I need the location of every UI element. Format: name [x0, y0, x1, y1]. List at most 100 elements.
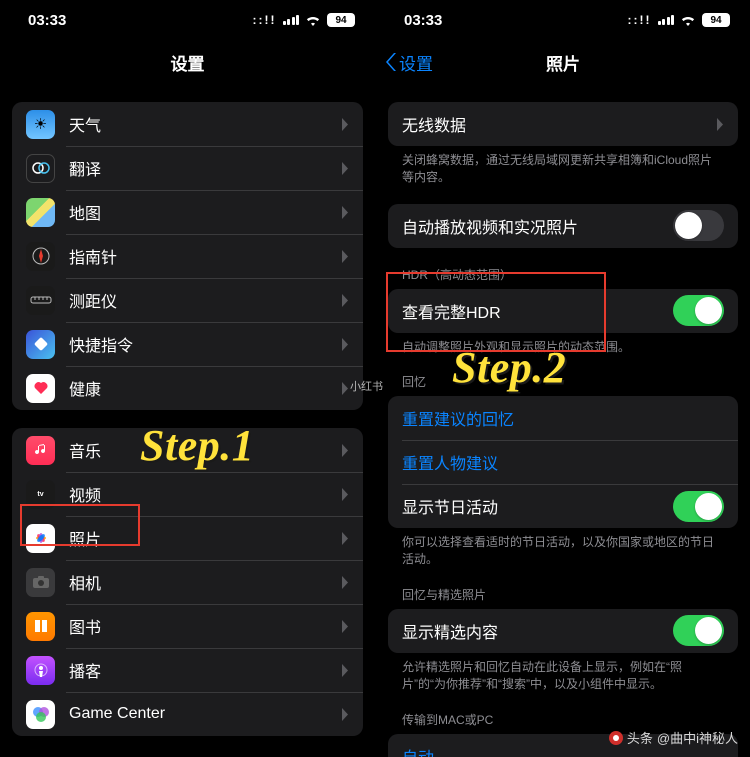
toggle-featured[interactable]: [673, 615, 724, 646]
health-icon: [26, 374, 55, 403]
measure-icon: [26, 286, 55, 315]
row-label: 重置建议的回忆: [402, 406, 514, 430]
row-wireless-data[interactable]: 无线数据: [388, 102, 738, 146]
chevron-right-icon: [341, 338, 349, 351]
footer-hdr: 自动调整照片外观和显示照片的动态范围。: [376, 333, 750, 356]
tv-icon: tv: [26, 480, 55, 509]
settings-group-1: ☀ 天气 翻译 地图 指南针 测距仪 快捷指令 健康: [12, 102, 363, 410]
row-label: 播客: [69, 658, 341, 682]
row-label: 自动: [402, 744, 724, 757]
header-memories: 回忆: [376, 355, 750, 396]
chevron-right-icon: [341, 444, 349, 457]
left-screenshot: 03:33 ::!! 94 设置 ☀ 天气 翻译 地图 指南针 测距仪 快捷指令 …: [0, 0, 375, 757]
row-maps[interactable]: 地图: [12, 190, 363, 234]
group-hdr: 查看完整HDR: [388, 289, 738, 333]
status-indicators: ::!! 94: [253, 13, 355, 27]
dual-signal-icon: ::!!: [628, 13, 652, 27]
weather-icon: ☀: [26, 110, 55, 139]
chevron-right-icon: [341, 206, 349, 219]
battery-icon: 94: [702, 13, 730, 27]
row-label: 快捷指令: [69, 332, 341, 356]
chevron-right-icon: [716, 118, 724, 131]
header-featured: 回忆与精选照片: [376, 568, 750, 609]
row-label: 无线数据: [402, 112, 716, 136]
row-compass[interactable]: 指南针: [12, 234, 363, 278]
row-podcast[interactable]: 播客: [12, 648, 363, 692]
photos-icon: [26, 524, 55, 553]
back-button[interactable]: 设置: [386, 50, 433, 75]
group-autoplay: 自动播放视频和实况照片: [388, 204, 738, 248]
chevron-right-icon: [341, 162, 349, 175]
header-transfer: 传输到MAC或PC: [376, 693, 750, 734]
dual-signal-icon: ::!!: [253, 13, 277, 27]
row-label: Game Center: [69, 705, 341, 723]
row-hdr[interactable]: 查看完整HDR: [388, 289, 738, 333]
chevron-right-icon: [341, 488, 349, 501]
row-health[interactable]: 健康: [12, 366, 363, 410]
row-weather[interactable]: ☀ 天气: [12, 102, 363, 146]
row-label: 自动播放视频和实况照片: [402, 214, 673, 238]
nav-header: 设置: [0, 40, 375, 84]
cellular-icon: [658, 15, 675, 25]
toggle-autoplay[interactable]: [673, 210, 724, 241]
status-indicators: ::!! 94: [628, 13, 730, 27]
row-camera[interactable]: 相机: [12, 560, 363, 604]
footer-featured: 允许精选照片和回忆自动在此设备上显示，例如在“照片”的“为你推荐”和“搜索”中，…: [376, 653, 750, 693]
row-photos[interactable]: 照片: [12, 516, 363, 560]
page-title: 照片: [546, 50, 580, 75]
row-measure[interactable]: 测距仪: [12, 278, 363, 322]
status-time: 03:33: [28, 12, 66, 29]
row-books[interactable]: 图书: [12, 604, 363, 648]
chevron-right-icon: [341, 382, 349, 395]
status-bar: 03:33 ::!! 94: [376, 0, 750, 40]
header-hdr: HDR（高动态范围）: [376, 248, 750, 289]
row-reset-people[interactable]: 重置人物建议: [388, 440, 738, 484]
row-label: 健康: [69, 376, 341, 400]
row-tv[interactable]: tv视频: [12, 472, 363, 516]
wifi-icon: [680, 14, 696, 26]
status-time: 03:33: [404, 12, 442, 29]
row-label: 重置人物建议: [402, 450, 498, 474]
chevron-right-icon: [341, 620, 349, 633]
chevron-right-icon: [341, 708, 349, 721]
group-transfer: 自动: [388, 734, 738, 757]
row-label: 指南针: [69, 244, 341, 268]
chevron-left-icon: [386, 53, 397, 71]
right-screenshot: 03:33 ::!! 94 设置 照片 无线数据 关闭蜂窝数据，通过无线局域网更…: [375, 0, 750, 757]
settings-group-2: 音乐 tv视频 照片 相机 图书 播客 Game Center: [12, 428, 363, 736]
row-label: 照片: [69, 526, 341, 550]
row-label: 翻译: [69, 156, 341, 180]
chevron-right-icon: [341, 294, 349, 307]
chevron-right-icon: [341, 250, 349, 263]
row-music[interactable]: 音乐: [12, 428, 363, 472]
row-label: 显示节日活动: [402, 494, 673, 518]
row-label: 音乐: [69, 438, 341, 462]
row-shortcuts[interactable]: 快捷指令: [12, 322, 363, 366]
maps-icon: [26, 198, 55, 227]
row-show-holiday[interactable]: 显示节日活动: [388, 484, 738, 528]
row-label: 查看完整HDR: [402, 299, 673, 323]
row-label: 地图: [69, 200, 341, 224]
toggle-holiday[interactable]: [673, 491, 724, 522]
group-wireless: 无线数据: [388, 102, 738, 146]
toggle-hdr[interactable]: [673, 295, 724, 326]
chevron-right-icon: [341, 532, 349, 545]
compass-icon: [26, 242, 55, 271]
chevron-right-icon: [341, 664, 349, 677]
status-bar: 03:33 ::!! 94: [0, 0, 375, 40]
nav-header: 设置 照片: [376, 40, 750, 84]
translate-icon: [26, 154, 55, 183]
row-label: 显示精选内容: [402, 619, 673, 643]
back-label: 设置: [399, 50, 433, 75]
row-auto-transfer[interactable]: 自动: [388, 734, 738, 757]
row-label: 天气: [69, 112, 341, 136]
row-gamecenter[interactable]: Game Center: [12, 692, 363, 736]
row-label: 测距仪: [69, 288, 341, 312]
row-translate[interactable]: 翻译: [12, 146, 363, 190]
group-featured: 显示精选内容: [388, 609, 738, 653]
group-memories: 重置建议的回忆 重置人物建议 显示节日活动: [388, 396, 738, 528]
row-autoplay[interactable]: 自动播放视频和实况照片: [388, 204, 738, 248]
row-reset-suggested[interactable]: 重置建议的回忆: [388, 396, 738, 440]
row-featured[interactable]: 显示精选内容: [388, 609, 738, 653]
camera-icon: [26, 568, 55, 597]
